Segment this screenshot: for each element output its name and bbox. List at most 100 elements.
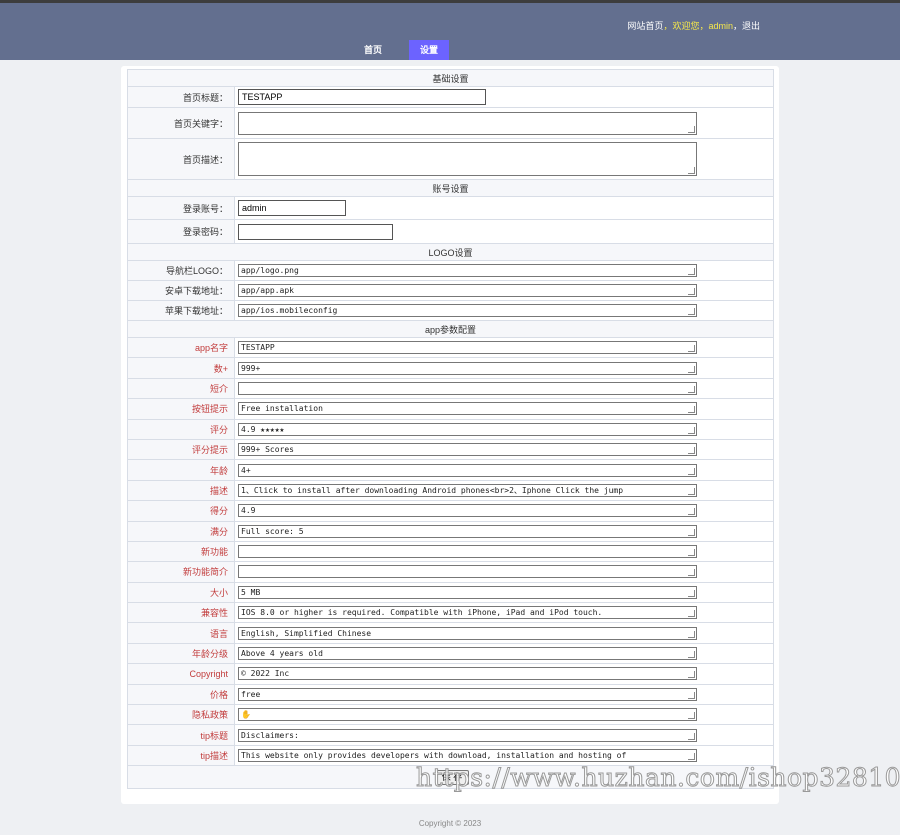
field-label: 登录密码： [127, 219, 235, 244]
field-label: 评分 [127, 418, 235, 440]
resize-grip-icon[interactable] [688, 732, 695, 740]
app-param-field[interactable] [238, 565, 697, 579]
resize-grip-icon[interactable] [688, 569, 695, 577]
resize-grip-icon[interactable] [688, 589, 695, 597]
top-links: 网站首页，欢迎您，admin，退出 [627, 19, 760, 32]
resize-grip-icon[interactable] [688, 385, 695, 393]
app-param-field[interactable]: free [238, 687, 697, 701]
section-logo: LOGO设置 [127, 243, 774, 261]
resize-grip-icon[interactable] [688, 487, 695, 495]
resize-grip-icon[interactable] [688, 528, 695, 536]
field-label: Copyright [127, 663, 235, 685]
field-label: 数+ [127, 357, 235, 379]
welcome-text: 欢迎您， [672, 21, 709, 31]
logout-link[interactable]: 退出 [742, 19, 760, 32]
nav-logo-field[interactable]: app/logo.png [238, 264, 697, 277]
resize-grip-icon[interactable] [688, 712, 695, 720]
home-title-input[interactable] [238, 89, 486, 105]
resize-grip-icon[interactable] [688, 345, 695, 353]
field-label: tip标题 [127, 724, 235, 746]
resize-grip-icon[interactable] [688, 447, 695, 455]
field-label: 兼容性 [127, 602, 235, 624]
field-label: 首页标题： [127, 86, 235, 108]
field-label: 短介 [127, 377, 235, 400]
resize-grip-icon[interactable] [688, 610, 695, 618]
resize-grip-icon[interactable] [688, 651, 695, 659]
field-label: 评分提示 [127, 438, 235, 461]
field-label: 年龄分级 [127, 642, 235, 665]
resize-grip-icon[interactable] [688, 630, 695, 638]
app-param-field[interactable]: 5 MB [238, 585, 697, 599]
app-param-field[interactable]: IOS 8.0 or higher is required. Compatibl… [238, 606, 697, 620]
app-param-field[interactable]: ✋ [238, 708, 697, 722]
resize-grip-icon[interactable] [688, 365, 695, 373]
nav-home[interactable]: 首页 [354, 40, 392, 60]
resize-grip-icon[interactable] [688, 288, 695, 295]
field-label: app名字 [127, 336, 235, 359]
section-basic: 基础设置 [127, 69, 774, 87]
section-app-params: app参数配置 [127, 320, 774, 338]
app-param-field[interactable]: TESTAPP [238, 341, 697, 355]
resize-grip-icon[interactable] [688, 508, 695, 516]
resize-grip-icon[interactable] [688, 167, 695, 174]
field-label: 满分 [127, 520, 235, 542]
app-param-field[interactable] [238, 381, 697, 395]
resize-grip-icon[interactable] [688, 308, 695, 315]
field-label: 描述 [127, 479, 235, 502]
save-button[interactable]: 保 存 [434, 769, 470, 785]
app-param-field[interactable]: Free installation [238, 402, 697, 416]
site-home-link[interactable]: 网站首页 [627, 19, 663, 32]
top-bar: 网站首页，欢迎您，admin，退出 首页 设置 [0, 0, 900, 60]
resize-grip-icon[interactable] [688, 753, 695, 760]
ios-download-field[interactable]: app/ios.mobileconfig [238, 304, 697, 317]
resize-grip-icon[interactable] [688, 691, 695, 699]
resize-grip-icon[interactable] [688, 406, 695, 414]
resize-grip-icon[interactable] [688, 268, 695, 275]
field-label: 年龄 [127, 459, 235, 481]
username: admin [708, 21, 733, 31]
android-download-field[interactable]: app/app.apk [238, 284, 697, 297]
section-account: 账号设置 [127, 179, 774, 197]
app-param-field[interactable]: Above 4 years old [238, 647, 697, 661]
resize-grip-icon[interactable] [688, 125, 695, 133]
field-label: 苹果下载地址： [127, 300, 235, 321]
footer-copyright: Copyright © 2023 [418, 819, 482, 828]
field-label: 得分 [127, 500, 235, 522]
app-param-field[interactable]: Disclaimers: [238, 728, 697, 742]
app-param-field[interactable]: Full score: 5 [238, 524, 697, 538]
separator: ， [663, 21, 673, 31]
field-label: 隐私政策 [127, 704, 235, 726]
field-label: 首页描述： [127, 138, 235, 180]
app-param-field[interactable]: 1、Click to install after downloading And… [238, 483, 697, 497]
resize-grip-icon[interactable] [688, 671, 695, 679]
app-param-field[interactable]: 999+ [238, 361, 697, 375]
field-label: 安卓下载地址： [127, 280, 235, 301]
nav-settings[interactable]: 设置 [409, 40, 450, 60]
home-description-textarea[interactable] [238, 142, 697, 176]
resize-grip-icon[interactable] [688, 549, 695, 557]
login-password-input[interactable] [238, 223, 393, 240]
field-label: 首页关键字： [127, 107, 235, 139]
app-params-rows: app名字 TESTAPP 数+ 999+ 短介 按钮提示 Free installatio… [127, 336, 774, 767]
field-label: tip描述 [127, 744, 235, 767]
app-param-field[interactable]: 4+ [238, 463, 697, 477]
login-account-input[interactable] [238, 200, 346, 216]
app-param-field[interactable]: 4.9 [238, 504, 697, 518]
field-label: 新功能 [127, 540, 235, 563]
app-param-field[interactable]: English, Simplified Chinese [238, 626, 697, 640]
app-param-field[interactable]: 999+ Scores [238, 443, 697, 457]
field-label: 按钮提示 [127, 398, 235, 420]
resize-grip-icon[interactable] [688, 426, 695, 434]
field-label: 导航栏LOGO： [127, 260, 235, 281]
field-label: 新功能简介 [127, 561, 235, 583]
settings-form: 基础设置 首页标题： 首页关键字： 首页描述： 账号设置 登录账号： 登录密码：… [127, 69, 774, 790]
field-label: 语言 [127, 622, 235, 644]
settings-panel: 基础设置 首页标题： 首页关键字： 首页描述： 账号设置 登录账号： 登录密码：… [121, 66, 779, 804]
app-param-field[interactable]: 4.9 ★★★★★ [238, 422, 697, 436]
app-param-field[interactable]: This website only provides developers wi… [238, 749, 697, 762]
home-keywords-textarea[interactable] [238, 111, 697, 135]
app-param-field[interactable] [238, 545, 697, 559]
field-label: 价格 [127, 683, 235, 706]
resize-grip-icon[interactable] [688, 467, 695, 475]
app-param-field[interactable]: © 2022 Inc [238, 667, 697, 681]
